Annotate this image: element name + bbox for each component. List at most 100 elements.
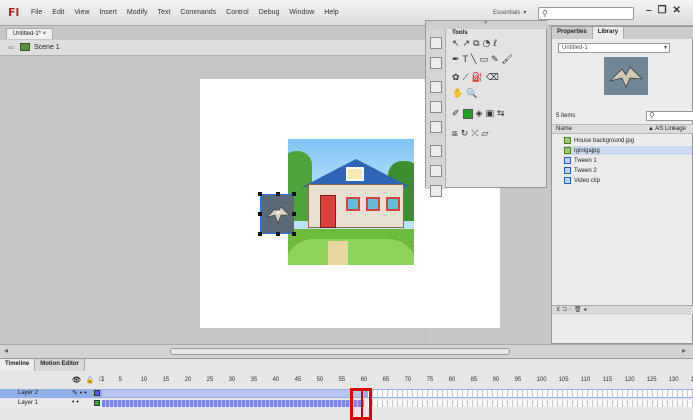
- transform-handle[interactable]: [292, 212, 296, 216]
- menu-help[interactable]: Help: [319, 9, 343, 16]
- menu-modify[interactable]: Modify: [122, 9, 153, 16]
- scene-label[interactable]: Scene 1: [34, 44, 60, 51]
- align-panel-icon[interactable]: [430, 81, 442, 93]
- static-frames-span[interactable]: [102, 400, 364, 407]
- workspace-switcher[interactable]: Essentials ▾: [493, 9, 526, 16]
- layer-toggles[interactable]: ✎ • •: [72, 389, 87, 397]
- layer-outline-color[interactable]: [94, 400, 100, 406]
- column-name[interactable]: Name: [556, 126, 572, 132]
- swatches-panel-icon[interactable]: [430, 57, 442, 69]
- library-item[interactable]: Tween 2: [564, 166, 597, 175]
- transform-panel-icon[interactable]: [430, 121, 442, 133]
- transform-handle[interactable]: [258, 192, 262, 196]
- menu-view[interactable]: View: [69, 9, 94, 16]
- close-button[interactable]: ✕: [673, 5, 681, 16]
- tab-properties[interactable]: Properties: [552, 27, 593, 39]
- library-footer-buttons[interactable]: ⊻ ⊐ ◌ 🗑 ◂: [552, 305, 693, 315]
- column-linkage[interactable]: ▲ AS Linkage: [648, 126, 686, 132]
- swap-colors-icon[interactable]: ⇆: [497, 109, 505, 119]
- eye-icon[interactable]: 👁: [72, 376, 81, 384]
- selection-tool-icon[interactable]: ↖: [452, 39, 460, 49]
- brush-tool-icon[interactable]: 🖌: [502, 55, 513, 65]
- paint-bucket-tool-icon[interactable]: ⛽: [472, 73, 483, 83]
- library-item-label: Iginigajpg: [574, 147, 600, 154]
- eraser-tool-icon[interactable]: ⌫: [486, 73, 499, 83]
- minimize-button[interactable]: –: [646, 5, 652, 16]
- eagle-symbol-instance[interactable]: [258, 192, 296, 236]
- transform-handle[interactable]: [258, 232, 262, 236]
- code-snippets-icon[interactable]: [430, 145, 442, 157]
- menu-text[interactable]: Text: [153, 9, 176, 16]
- rectangle-tool-icon[interactable]: ▭: [479, 55, 488, 65]
- deco-tool-icon[interactable]: ✿: [452, 73, 460, 83]
- 3d-rotation-tool-icon[interactable]: ◔: [483, 39, 491, 49]
- library-column-header: Name ▲ AS Linkage: [552, 124, 693, 134]
- library-item[interactable]: Video clip: [564, 176, 600, 185]
- transform-handle[interactable]: [276, 232, 280, 236]
- stroke-color-icon[interactable]: ✐: [452, 109, 460, 119]
- frame-number: 65: [382, 377, 390, 383]
- layer-row[interactable]: Layer 1 • •: [0, 399, 693, 408]
- empty-frames[interactable]: [368, 390, 693, 397]
- transform-handle[interactable]: [276, 192, 280, 196]
- hand-tool-icon[interactable]: ✋: [452, 89, 463, 99]
- menu-window[interactable]: Window: [284, 9, 319, 16]
- option-icon[interactable]: ▱: [481, 129, 488, 139]
- menu-control[interactable]: Control: [221, 9, 254, 16]
- straighten-icon[interactable]: ⤫: [471, 129, 478, 139]
- motion-tween-span[interactable]: [102, 390, 364, 397]
- library-item[interactable]: House background.jpg: [564, 136, 634, 145]
- layer-outline-color[interactable]: [94, 390, 100, 396]
- maximize-button[interactable]: ❐: [658, 5, 667, 16]
- house-background-image[interactable]: [288, 139, 414, 265]
- tab-motion-editor[interactable]: Motion Editor: [35, 359, 85, 371]
- transform-handle[interactable]: [292, 232, 296, 236]
- collapse-icon[interactable]: »: [484, 20, 487, 26]
- library-item[interactable]: Iginigajpg: [564, 146, 692, 155]
- scroll-right-icon[interactable]: ▸: [682, 346, 686, 355]
- layer-row-selected[interactable]: Layer 2 ✎ • •: [0, 389, 693, 398]
- empty-frames[interactable]: [368, 400, 693, 407]
- fill-color-icon[interactable]: ◈: [476, 109, 483, 119]
- lock-icon[interactable]: 🔒: [86, 376, 95, 384]
- menu-file[interactable]: File: [26, 9, 47, 16]
- snap-to-objects-icon[interactable]: ⧈: [452, 129, 458, 139]
- library-item[interactable]: Tween 1: [564, 156, 597, 165]
- tab-library[interactable]: Library: [592, 27, 625, 39]
- help-search-input[interactable]: ⚲: [538, 7, 634, 20]
- smooth-icon[interactable]: ↻: [461, 129, 469, 139]
- panel-drag-strip[interactable]: »: [426, 20, 548, 29]
- timeline-tabs: Timeline Motion Editor: [0, 359, 85, 371]
- line-tool-icon[interactable]: ╲: [471, 55, 476, 65]
- pencil-tool-icon[interactable]: ✎: [491, 55, 499, 65]
- zoom-tool-icon[interactable]: 🔍: [466, 89, 477, 99]
- components-panel-icon[interactable]: [430, 165, 442, 177]
- scroll-thumb[interactable]: [170, 348, 510, 355]
- text-tool-icon[interactable]: T: [463, 55, 469, 65]
- motion-presets-icon[interactable]: [430, 185, 442, 197]
- bone-tool-icon[interactable]: ⟋: [463, 73, 469, 83]
- library-search-input[interactable]: ⚲: [646, 111, 693, 121]
- frame-number: 90: [492, 377, 500, 383]
- subselection-tool-icon[interactable]: ↗: [463, 39, 471, 49]
- scroll-left-icon[interactable]: ◂: [4, 346, 8, 355]
- color-panel-icon[interactable]: [430, 37, 442, 49]
- fill-color-swatch[interactable]: [462, 109, 473, 119]
- lasso-tool-icon[interactable]: ℓ: [493, 39, 497, 49]
- pen-tool-icon[interactable]: ✒: [452, 55, 460, 65]
- free-transform-tool-icon[interactable]: ⧉: [473, 39, 479, 49]
- layer-toggles[interactable]: • •: [72, 399, 79, 406]
- menu-edit[interactable]: Edit: [47, 9, 69, 16]
- back-arrow-icon[interactable]: ⇐: [8, 43, 15, 52]
- menu-commands[interactable]: Commands: [175, 9, 221, 16]
- transform-handle[interactable]: [292, 192, 296, 196]
- menu-insert[interactable]: Insert: [94, 9, 122, 16]
- tab-timeline[interactable]: Timeline: [0, 359, 36, 371]
- info-panel-icon[interactable]: [430, 101, 442, 113]
- stage-horizontal-scrollbar[interactable]: ◂ ▸: [0, 344, 693, 358]
- black-white-icon[interactable]: ▣: [485, 109, 494, 119]
- document-tab[interactable]: Untitled-1* ×: [6, 28, 54, 39]
- menu-debug[interactable]: Debug: [254, 9, 285, 16]
- transform-handle[interactable]: [258, 212, 262, 216]
- library-document-select[interactable]: Untitled-1 ▾: [558, 43, 670, 53]
